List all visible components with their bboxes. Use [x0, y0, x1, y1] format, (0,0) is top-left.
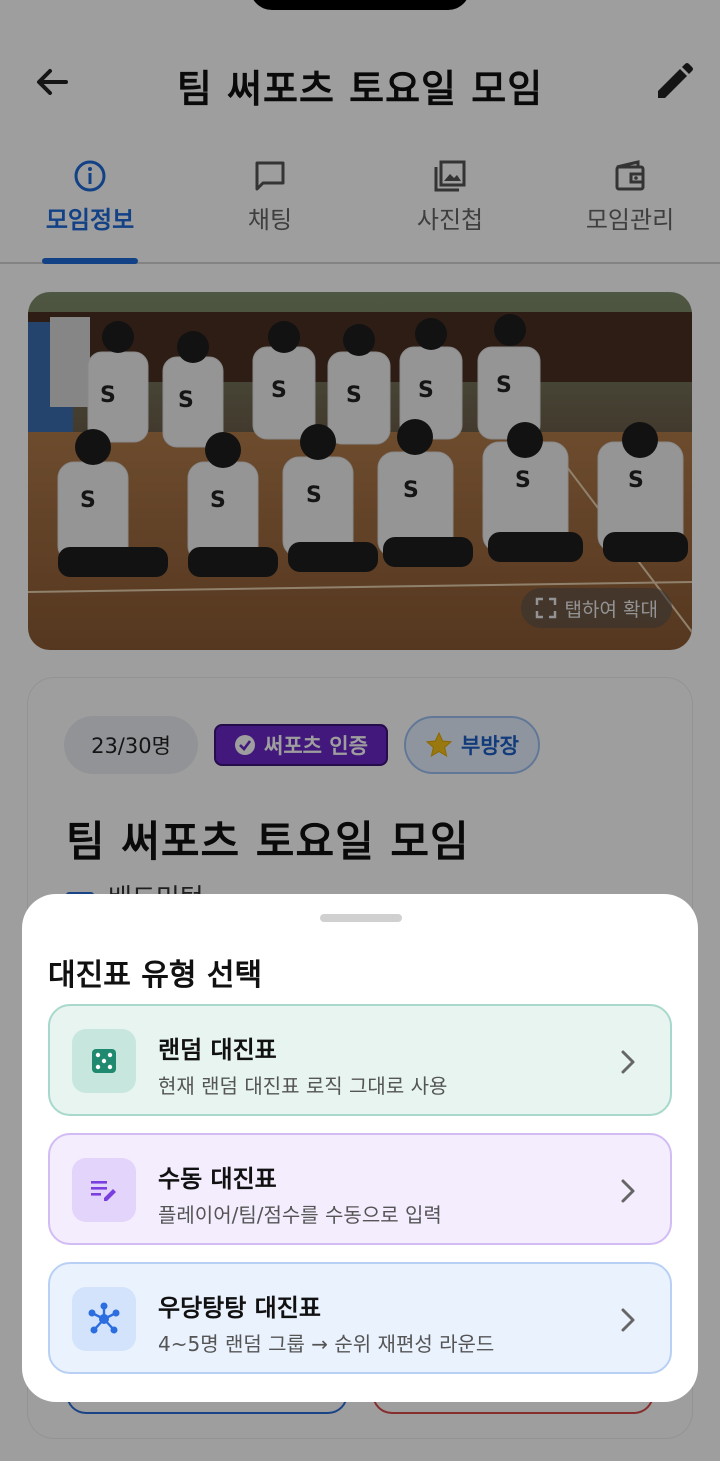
option-manual-title: 수동 대진표	[158, 1165, 277, 1193]
bracket-type-sheet: 대진표 유형 선택 랜덤 대진표 현재 랜덤 대진표 로직 그대로 사용 수동 …	[22, 894, 698, 1402]
network-icon	[72, 1287, 136, 1351]
option-manual-desc: 플레이어/팀/점수를 수동으로 입력	[158, 1203, 442, 1227]
dice-icon	[72, 1029, 136, 1093]
option-chaos-desc: 4~5명 랜덤 그룹 → 순위 재편성 라운드	[158, 1332, 495, 1356]
sheet-title: 대진표 유형 선택	[48, 958, 263, 993]
option-chaos-title: 우당탕탕 대진표	[158, 1294, 321, 1322]
option-random-bracket[interactable]: 랜덤 대진표 현재 랜덤 대진표 로직 그대로 사용	[48, 1004, 672, 1116]
chevron-right-icon	[621, 1308, 635, 1332]
sheet-drag-handle[interactable]	[320, 914, 402, 922]
option-chaos-bracket[interactable]: 우당탕탕 대진표 4~5명 랜덤 그룹 → 순위 재편성 라운드	[48, 1262, 672, 1374]
edit-list-icon	[72, 1158, 136, 1222]
chevron-right-icon	[621, 1050, 635, 1074]
option-manual-bracket[interactable]: 수동 대진표 플레이어/팀/점수를 수동으로 입력	[48, 1133, 672, 1245]
option-random-desc: 현재 랜덤 대진표 로직 그대로 사용	[158, 1074, 448, 1098]
chevron-right-icon	[621, 1179, 635, 1203]
option-random-title: 랜덤 대진표	[158, 1036, 277, 1064]
